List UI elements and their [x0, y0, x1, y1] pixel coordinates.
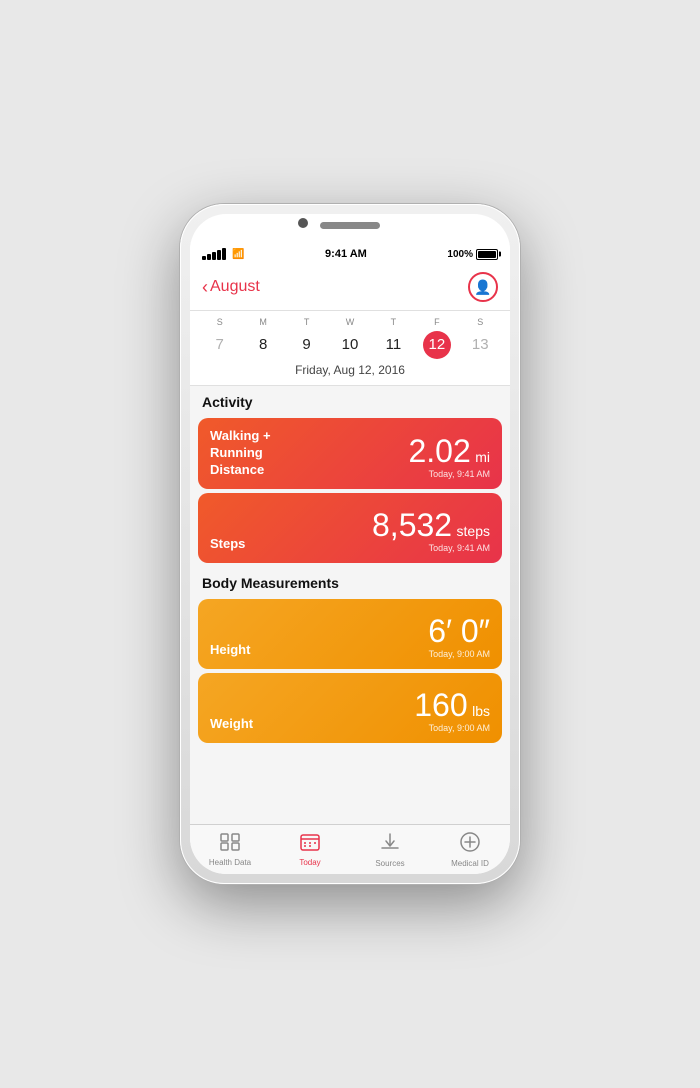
calendar-headers: S M T W T F S [198, 317, 502, 327]
back-button[interactable]: ‹ August [202, 278, 260, 296]
profile-icon: 👤 [474, 279, 491, 296]
status-time: 9:41 AM [325, 248, 367, 260]
health-data-icon [220, 833, 240, 856]
card-height-value: 6′ 0″ [428, 613, 490, 649]
back-label: August [210, 278, 260, 296]
card-steps-unit: steps [457, 523, 490, 539]
battery-icon [476, 249, 498, 260]
section-title-body: Body Measurements [190, 567, 510, 595]
card-walking-label: Walking + Running Distance [210, 428, 310, 479]
profile-button[interactable]: 👤 [468, 272, 498, 302]
tab-health-data-label: Health Data [209, 858, 251, 867]
card-walking-value-row: 2.02 mi [408, 435, 490, 467]
card-walking-value-block: 2.02 mi Today, 9:41 AM [408, 435, 490, 479]
cal-day-8[interactable]: 8 [241, 331, 284, 359]
phone-frame: 📶 9:41 AM 100% ‹ August 👤 [180, 204, 520, 884]
card-height-value-block: 6′ 0″ Today, 9:00 AM [428, 615, 490, 659]
cal-header-t1: T [285, 317, 328, 327]
tab-bar: Health Data Today [190, 824, 510, 874]
card-steps-value: 8,532 [372, 507, 452, 543]
card-steps[interactable]: Steps 8,532 steps Today, 9:41 AM [198, 493, 502, 563]
wifi-icon: 📶 [232, 249, 244, 260]
cal-header-m: M [241, 317, 284, 327]
card-weight-unit: lbs [472, 703, 490, 719]
tab-today[interactable]: Today [270, 833, 350, 867]
cal-day-9[interactable]: 9 [285, 331, 328, 359]
tab-sources-label: Sources [375, 859, 404, 868]
calendar-date-label: Friday, Aug 12, 2016 [198, 363, 502, 377]
card-steps-time: Today, 9:41 AM [372, 543, 490, 553]
card-height-label: Height [210, 642, 250, 659]
tab-today-label: Today [299, 858, 320, 867]
card-walking-value: 2.02 [408, 433, 470, 469]
section-title-activity: Activity [190, 386, 510, 414]
card-weight-value-row: 160 lbs [414, 689, 490, 721]
today-icon [300, 833, 320, 856]
battery-percent: 100% [447, 249, 473, 260]
tab-health-data[interactable]: Health Data [190, 833, 270, 867]
status-bar: 📶 9:41 AM 100% [190, 242, 510, 266]
main-content: ‹ August 👤 S M T W T F S [190, 266, 510, 824]
card-steps-value-block: 8,532 steps Today, 9:41 AM [372, 509, 490, 553]
speaker [320, 222, 380, 229]
back-arrow-icon: ‹ [202, 278, 208, 296]
calendar: S M T W T F S 7 8 9 10 11 12 13 Fri [190, 311, 510, 386]
cal-header-f: F [415, 317, 458, 327]
medical-id-icon [460, 832, 480, 857]
card-walking-running[interactable]: Walking + Running Distance 2.02 mi Today… [198, 418, 502, 489]
card-weight-time: Today, 9:00 AM [414, 723, 490, 733]
cal-day-13[interactable]: 13 [459, 331, 502, 359]
card-steps-value-row: 8,532 steps [372, 509, 490, 541]
signal-icon [202, 248, 226, 260]
card-weight-value: 160 [414, 687, 467, 723]
card-height-value-row: 6′ 0″ [428, 615, 490, 647]
card-height-time: Today, 9:00 AM [428, 649, 490, 659]
card-height[interactable]: Height 6′ 0″ Today, 9:00 AM [198, 599, 502, 669]
status-right: 100% [447, 249, 498, 260]
status-left: 📶 [202, 248, 244, 260]
card-walking-unit: mi [475, 449, 490, 465]
cal-header-t2: T [372, 317, 415, 327]
battery-fill [478, 251, 496, 258]
card-weight[interactable]: Weight 160 lbs Today, 9:00 AM [198, 673, 502, 743]
tab-medical-id[interactable]: Medical ID [430, 832, 510, 868]
sources-icon [380, 832, 400, 857]
cal-day-10[interactable]: 10 [328, 331, 371, 359]
card-steps-label: Steps [210, 536, 245, 553]
tab-sources[interactable]: Sources [350, 832, 430, 868]
cal-header-s1: S [198, 317, 241, 327]
phone-screen: 📶 9:41 AM 100% ‹ August 👤 [190, 214, 510, 874]
tab-medical-id-label: Medical ID [451, 859, 489, 868]
cal-header-w: W [328, 317, 371, 327]
calendar-row: 7 8 9 10 11 12 13 [198, 331, 502, 359]
card-walking-time: Today, 9:41 AM [408, 469, 490, 479]
cal-day-11[interactable]: 11 [372, 331, 415, 359]
cal-day-7[interactable]: 7 [198, 331, 241, 359]
cal-header-s2: S [459, 317, 502, 327]
card-weight-value-block: 160 lbs Today, 9:00 AM [414, 689, 490, 733]
front-camera [298, 218, 308, 228]
cal-day-12[interactable]: 12 [423, 331, 451, 359]
card-weight-label: Weight [210, 716, 253, 733]
app-header: ‹ August 👤 [190, 266, 510, 311]
